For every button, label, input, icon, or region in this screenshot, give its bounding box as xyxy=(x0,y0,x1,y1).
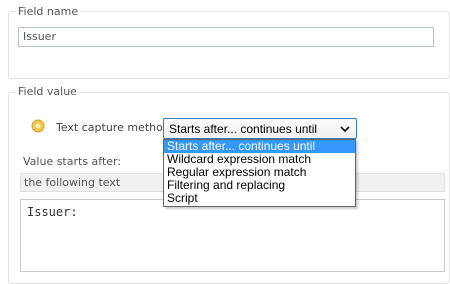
method-option[interactable]: Script xyxy=(164,192,355,205)
field-name-input[interactable]: Issuer xyxy=(18,27,434,47)
method-dropdown-list: Starts after... continues until Wildcard… xyxy=(163,139,356,207)
text-capture-method-label: Text capture method xyxy=(56,121,170,134)
field-name-legend: Field name xyxy=(16,5,81,19)
chevron-down-icon[interactable] xyxy=(340,124,350,134)
text-capture-method-select[interactable]: Starts after... continues until xyxy=(163,118,357,139)
value-starts-label: Value starts after: xyxy=(23,155,122,168)
starts-text-area[interactable]: Issuer: xyxy=(20,199,445,272)
gear-icon xyxy=(31,119,45,133)
field-value-legend: Field value xyxy=(16,85,79,99)
method-selected-value: Starts after... continues until xyxy=(169,122,318,136)
